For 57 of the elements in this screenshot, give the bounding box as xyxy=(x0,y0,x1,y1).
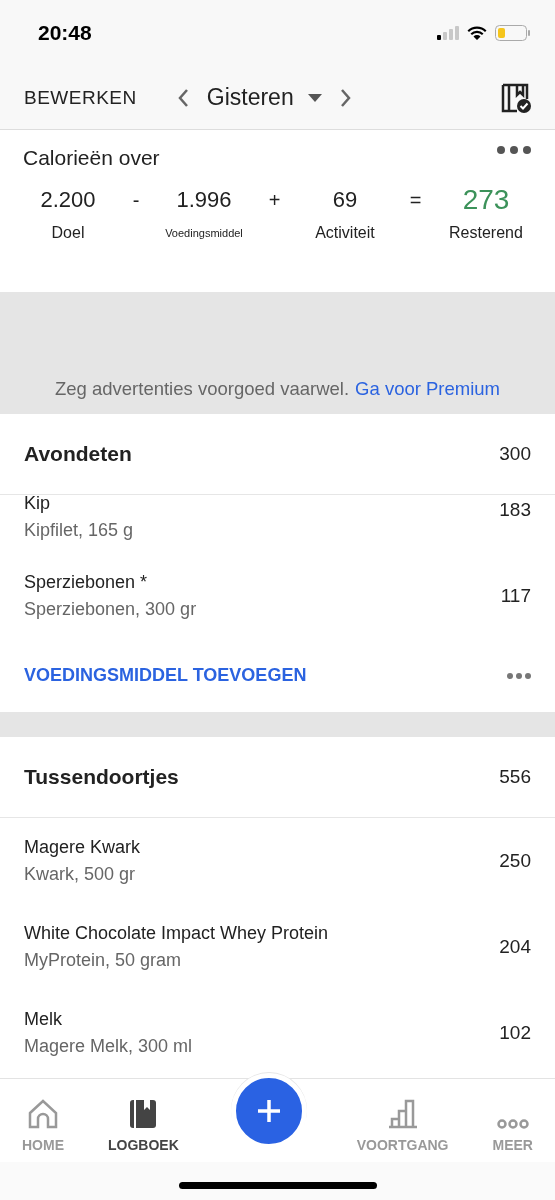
food-calories: 183 xyxy=(499,499,531,521)
food-name: Melk xyxy=(24,1009,63,1030)
diary-check-icon[interactable] xyxy=(501,82,531,113)
food-detail: Magere Melk, 300 ml xyxy=(24,1036,193,1057)
wifi-icon xyxy=(467,26,487,40)
meal-title: Avondeten xyxy=(24,442,132,466)
food-entry[interactable]: Magere Kwark Kwark, 500 gr 250 xyxy=(0,818,555,904)
food-calories: 250 xyxy=(499,850,531,872)
operator: = xyxy=(409,188,422,213)
calorie-value: 69 xyxy=(332,186,358,214)
more-icon[interactable] xyxy=(507,672,531,679)
calorie-label: Voedingsmiddel xyxy=(165,226,243,241)
food-calories: 117 xyxy=(500,585,531,607)
plus-icon xyxy=(255,1098,282,1124)
status-time: 20:48 xyxy=(38,21,92,45)
calorie-value: 2.200 xyxy=(40,186,96,214)
food-calories: 102 xyxy=(499,1022,531,1044)
premium-link[interactable]: Ga voor Premium xyxy=(355,378,501,400)
food-detail: MyProtein, 50 gram xyxy=(24,950,183,971)
more-icon xyxy=(496,1119,529,1129)
food-detail: Kipfilet, 165 g xyxy=(24,520,134,541)
food-detail: Kwark, 500 gr xyxy=(24,864,137,885)
calorie-label: Doel xyxy=(51,223,85,243)
food-name: Magere Kwark xyxy=(24,837,141,858)
card-title: Calorieën over xyxy=(23,146,160,170)
book-icon xyxy=(129,1099,158,1129)
chevron-right-icon[interactable] xyxy=(339,87,352,108)
food-entry[interactable]: Melk Magere Melk, 300 ml 102 xyxy=(0,990,555,1076)
battery-icon xyxy=(495,25,531,41)
calorie-value: 273 xyxy=(462,183,510,217)
add-food-link[interactable]: VOEDINGSMIDDEL TOEVOEGEN xyxy=(24,665,307,686)
signal-icon xyxy=(437,26,459,40)
chevron-left-icon[interactable] xyxy=(176,87,189,108)
operator: - xyxy=(132,188,140,213)
food-entry[interactable]: White Chocolate Impact Whey Protein MyProtein, 50 gram 204 xyxy=(0,904,555,990)
food-entry[interactable]: Sperziebonen * Sperziebonen, 300 gr 117 xyxy=(0,553,555,639)
meal-title: Tussendoortjes xyxy=(24,765,179,789)
more-icon[interactable] xyxy=(497,146,531,154)
calorie-label: Resterend xyxy=(449,223,523,243)
date-selector[interactable]: Gisteren xyxy=(202,84,326,111)
ad-text: Zeg advertenties voorgoed vaarwel. xyxy=(54,378,350,400)
calorie-label: Activiteit xyxy=(315,223,375,243)
operator: + xyxy=(268,188,281,213)
food-calories: 204 xyxy=(499,936,531,958)
food-name: Sperziebonen * xyxy=(24,572,149,593)
food-entry[interactable]: Kip Kipfilet, 165 g 183 xyxy=(0,495,555,553)
caret-icon xyxy=(307,93,322,102)
bar-chart-icon xyxy=(386,1099,419,1129)
food-detail: Sperziebonen, 300 gr xyxy=(24,599,197,620)
meal-total: 300 xyxy=(499,443,531,465)
edit-button[interactable]: BEWERKEN xyxy=(24,86,137,109)
home-icon xyxy=(27,1099,59,1129)
tab[interactable]: LOGBOEK xyxy=(107,1089,179,1153)
meal-total: 556 xyxy=(499,766,531,788)
food-name: Kip xyxy=(24,493,51,514)
food-name: White Chocolate Impact Whey Protein xyxy=(24,923,329,944)
calorie-value: 1.996 xyxy=(176,186,232,214)
